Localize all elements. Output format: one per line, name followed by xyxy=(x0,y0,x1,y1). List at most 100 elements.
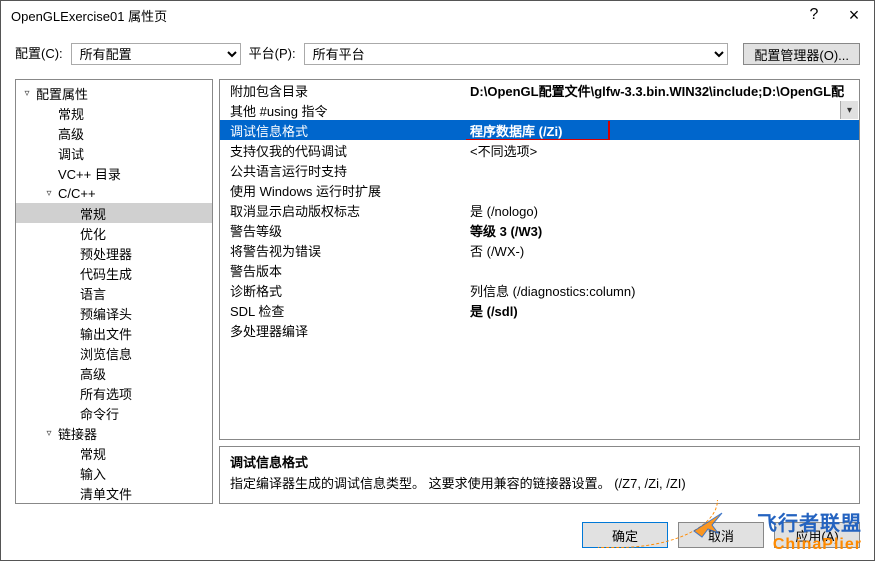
tree-item[interactable]: 调试 xyxy=(16,143,212,163)
window-title: OpenGLExercise01 属性页 xyxy=(11,6,794,25)
property-row[interactable]: 多处理器编译 xyxy=(220,320,859,340)
property-name: 附加包含目录 xyxy=(220,81,466,100)
main-area: ▿配置属性常规高级调试VC++ 目录▿C/C++常规优化预处理器代码生成语言预编… xyxy=(1,79,874,512)
description-body: 指定编译器生成的调试信息类型。 这要求使用兼容的链接器设置。 (/Z7, /Zi… xyxy=(230,474,849,495)
disclosure-triangle-icon[interactable]: ▿ xyxy=(42,188,56,199)
tree-item-label: 预处理器 xyxy=(78,244,134,263)
property-row[interactable]: 使用 Windows 运行时扩展 xyxy=(220,180,859,200)
tree-item[interactable]: VC++ 目录 xyxy=(16,163,212,183)
property-name: 支持仅我的代码调试 xyxy=(220,141,466,160)
property-row[interactable]: 调试信息格式程序数据库 (/Zi) xyxy=(220,120,859,140)
property-name: 调试信息格式 xyxy=(220,121,466,140)
property-row[interactable]: 公共语言运行时支持 xyxy=(220,160,859,180)
tree-item[interactable]: 语言 xyxy=(16,283,212,303)
property-value[interactable]: 等级 3 (/W3) xyxy=(466,221,859,240)
tree-item[interactable]: ▿C/C++ xyxy=(16,183,212,203)
property-name: 警告版本 xyxy=(220,261,466,280)
tree-item-label: 调试 xyxy=(56,144,86,163)
tree-item[interactable]: 常规 xyxy=(16,203,212,223)
tree-item-label: 输出文件 xyxy=(78,324,134,343)
dialog-button-row: 确定 取消 应用(A) xyxy=(1,512,874,560)
tree-item[interactable]: 命令行 xyxy=(16,403,212,423)
tree-item[interactable]: 所有选项 xyxy=(16,383,212,403)
tree-item[interactable]: 优化 xyxy=(16,223,212,243)
tree-item-label: 命令行 xyxy=(78,404,121,423)
config-select[interactable]: 所有配置 xyxy=(71,43,241,65)
tree-item-label: 代码生成 xyxy=(78,264,134,283)
tree-item-label: 常规 xyxy=(78,204,108,223)
property-name: 取消显示启动版权标志 xyxy=(220,201,466,220)
tree-item[interactable]: 浏览信息 xyxy=(16,343,212,363)
tree-item-label: 输入 xyxy=(78,464,108,483)
title-bar: OpenGLExercise01 属性页 ? × xyxy=(1,1,874,29)
tree-item-label: 清单文件 xyxy=(78,484,134,503)
tree-item-label: VC++ 目录 xyxy=(56,164,123,183)
close-button[interactable]: × xyxy=(834,1,874,29)
property-row[interactable]: 支持仅我的代码调试<不同选项> xyxy=(220,140,859,160)
highlight-box xyxy=(466,121,610,140)
property-name: 多处理器编译 xyxy=(220,321,466,340)
tree-item[interactable]: ▿链接器 xyxy=(16,423,212,443)
disclosure-triangle-icon[interactable]: ▿ xyxy=(42,428,56,439)
property-name: 将警告视为错误 xyxy=(220,241,466,260)
tree-item[interactable]: 高级 xyxy=(16,363,212,383)
tree-item-label: 配置属性 xyxy=(34,84,90,103)
tree-item-label: 优化 xyxy=(78,224,108,243)
chevron-down-icon[interactable]: ▾ xyxy=(840,101,858,119)
property-value[interactable]: 是 (/sdl) xyxy=(466,301,859,320)
tree-item[interactable]: 输入 xyxy=(16,463,212,483)
cancel-button[interactable]: 取消 xyxy=(678,522,764,548)
property-row[interactable]: 附加包含目录D:\OpenGL配置文件\glfw-3.3.bin.WIN32\i… xyxy=(220,80,859,100)
tree-item[interactable]: 清单文件 xyxy=(16,483,212,503)
property-grid: ▾ 附加包含目录D:\OpenGL配置文件\glfw-3.3.bin.WIN32… xyxy=(219,79,860,440)
nav-tree: ▿配置属性常规高级调试VC++ 目录▿C/C++常规优化预处理器代码生成语言预编… xyxy=(16,80,212,504)
description-title: 调试信息格式 xyxy=(230,453,849,474)
property-value[interactable]: 是 (/nologo) xyxy=(466,201,859,220)
platform-label: 平台(P): xyxy=(249,43,296,65)
property-value[interactable]: 否 (/WX-) xyxy=(466,241,859,260)
config-manager-button[interactable]: 配置管理器(O)... xyxy=(743,43,860,65)
property-page-dialog: OpenGLExercise01 属性页 ? × 配置(C): 所有配置 平台(… xyxy=(0,0,875,561)
help-button[interactable]: ? xyxy=(794,1,834,29)
tree-item[interactable]: 输出文件 xyxy=(16,323,212,343)
property-name: 其他 #using 指令 xyxy=(220,101,466,120)
platform-select[interactable]: 所有平台 xyxy=(304,43,728,65)
config-label: 配置(C): xyxy=(15,43,63,65)
property-value[interactable]: 程序数据库 (/Zi) xyxy=(466,121,859,140)
tree-item[interactable]: ▿配置属性 xyxy=(16,83,212,103)
property-row[interactable]: 警告版本 xyxy=(220,260,859,280)
apply-button[interactable]: 应用(A) xyxy=(774,522,860,548)
tree-item-label: 所有选项 xyxy=(78,384,134,403)
right-pane: ▾ 附加包含目录D:\OpenGL配置文件\glfw-3.3.bin.WIN32… xyxy=(219,79,860,504)
tree-item[interactable]: 高级 xyxy=(16,123,212,143)
property-row[interactable]: 将警告视为错误否 (/WX-) xyxy=(220,240,859,260)
tree-item-label: 语言 xyxy=(78,284,108,303)
tree-item-label: C/C++ xyxy=(56,186,98,201)
property-name: 诊断格式 xyxy=(220,281,466,300)
config-toolbar: 配置(C): 所有配置 平台(P): 所有平台 配置管理器(O)... xyxy=(1,29,874,79)
tree-item[interactable]: 预编译头 xyxy=(16,303,212,323)
tree-item-label: 链接器 xyxy=(56,424,99,443)
tree-item[interactable]: 常规 xyxy=(16,443,212,463)
tree-item-label: 预编译头 xyxy=(78,304,134,323)
tree-item[interactable]: 预处理器 xyxy=(16,243,212,263)
ok-button[interactable]: 确定 xyxy=(582,522,668,548)
property-row[interactable]: 其他 #using 指令 xyxy=(220,100,859,120)
property-name: 警告等级 xyxy=(220,221,466,240)
property-value[interactable]: D:\OpenGL配置文件\glfw-3.3.bin.WIN32\include… xyxy=(466,81,859,100)
nav-tree-pane: ▿配置属性常规高级调试VC++ 目录▿C/C++常规优化预处理器代码生成语言预编… xyxy=(15,79,213,504)
property-value[interactable]: 列信息 (/diagnostics:column) xyxy=(466,281,859,300)
tree-item[interactable]: 代码生成 xyxy=(16,263,212,283)
property-row[interactable]: 取消显示启动版权标志是 (/nologo) xyxy=(220,200,859,220)
tree-item-label: 常规 xyxy=(56,104,86,123)
tree-item[interactable]: 常规 xyxy=(16,103,212,123)
property-row[interactable]: 诊断格式列信息 (/diagnostics:column) xyxy=(220,280,859,300)
disclosure-triangle-icon[interactable]: ▿ xyxy=(20,88,34,99)
property-row[interactable]: SDL 检查是 (/sdl) xyxy=(220,300,859,320)
tree-item-label: 常规 xyxy=(78,444,108,463)
property-value[interactable]: <不同选项> xyxy=(466,141,859,160)
property-name: 使用 Windows 运行时扩展 xyxy=(220,181,466,200)
tree-item-label: 高级 xyxy=(56,124,86,143)
property-name: 公共语言运行时支持 xyxy=(220,161,466,180)
property-row[interactable]: 警告等级等级 3 (/W3) xyxy=(220,220,859,240)
